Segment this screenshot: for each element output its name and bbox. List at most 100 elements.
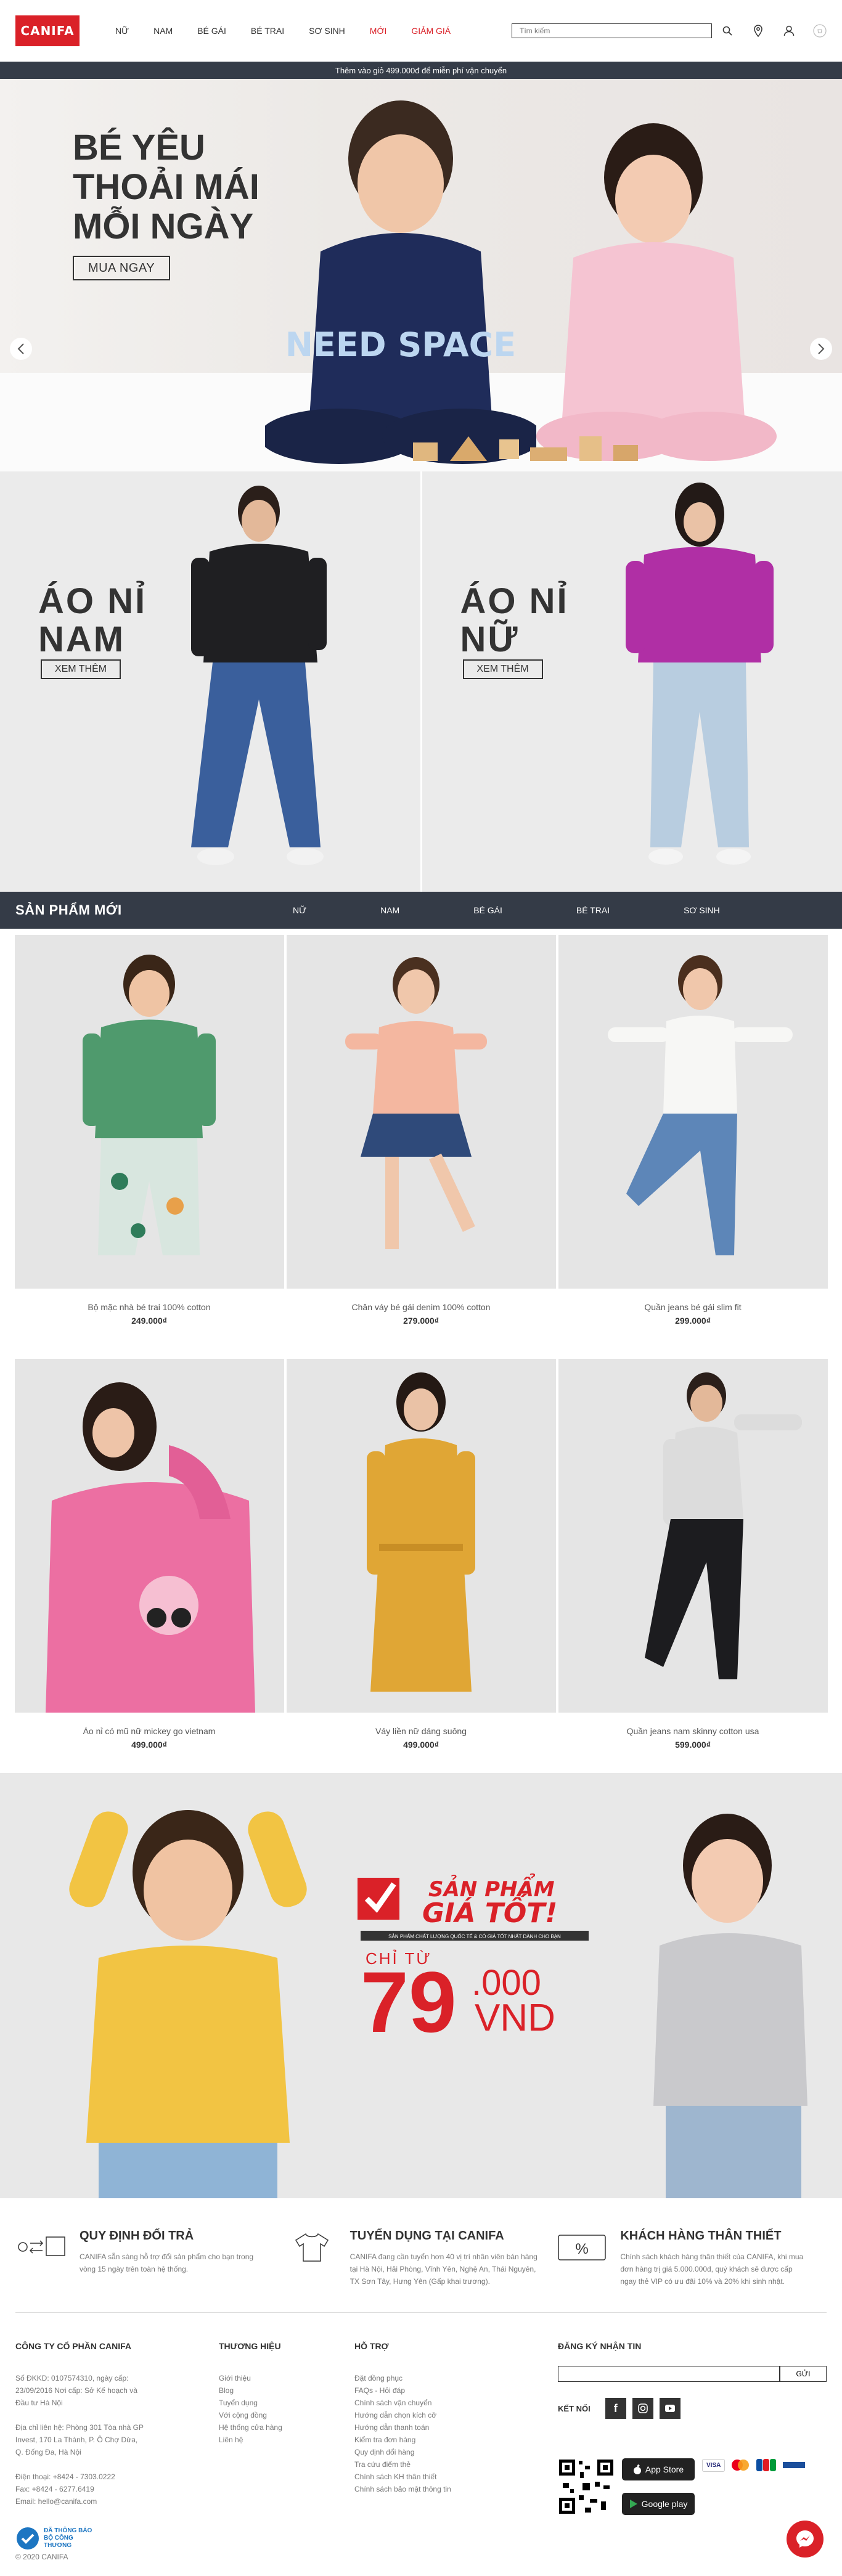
link-blog[interactable]: Blog — [219, 2386, 234, 2395]
product-card[interactable]: Bộ mặc nhà bé trai 100% cotton 249.000₫ — [14, 935, 284, 1332]
product-image[interactable] — [14, 1359, 284, 1713]
product-name[interactable]: Chân váy bé gái denim 100% cotton — [287, 1302, 556, 1312]
service-highlights: QUY ĐỊNH ĐỔI TRẢ CANIFA sẵn sàng hỗ trợ … — [0, 2198, 842, 2312]
product-price: 599.000₫ — [675, 1740, 711, 1750]
product-image[interactable] — [286, 935, 556, 1289]
product-card[interactable]: Áo nỉ có mũ nữ mickey go vietnam 499.000… — [14, 1359, 284, 1756]
link-shipping[interactable]: Chính sách vận chuyển — [354, 2399, 431, 2407]
link-about[interactable]: Giới thiệu — [219, 2374, 251, 2382]
payment-methods: VISA — [702, 2458, 806, 2472]
instagram-icon[interactable] — [632, 2398, 653, 2419]
app-store-button[interactable]: App Store — [622, 2458, 695, 2480]
tab-girls[interactable]: BÉ GÁI — [473, 905, 502, 915]
newsletter-submit-button[interactable]: GỬI — [780, 2366, 827, 2382]
men-skinny-jeans-photo — [644, 1372, 802, 1679]
link-size-guide[interactable]: Hướng dẫn chọn kích cỡ — [354, 2411, 436, 2419]
company-email[interactable]: Email: hello@canifa.com — [15, 2495, 219, 2508]
hero-prev-arrow[interactable] — [10, 338, 32, 360]
search-box — [512, 23, 827, 38]
product-image[interactable] — [558, 1359, 828, 1713]
messenger-chat-button[interactable] — [787, 2521, 824, 2558]
product-card[interactable]: Chân váy bé gái denim 100% cotton 279.00… — [286, 935, 556, 1332]
google-play-label: Google play — [641, 2499, 688, 2509]
product-card[interactable]: Quần jeans nam skinny cotton usa 599.000… — [558, 1359, 828, 1756]
qr-code-icon[interactable] — [558, 2458, 615, 2515]
nav-boys[interactable]: BÉ TRAI — [251, 26, 284, 36]
product-price: 299.000₫ — [675, 1316, 711, 1326]
youtube-icon[interactable] — [659, 2398, 681, 2419]
product-card[interactable]: Váy liền nữ dáng suông 499.000₫ — [286, 1359, 556, 1756]
loyalty-title[interactable]: KHÁCH HÀNG THÂN THIẾT — [620, 2229, 808, 2243]
product-image[interactable] — [14, 935, 284, 1289]
chevron-left-icon — [17, 343, 24, 354]
tab-men[interactable]: NAM — [380, 905, 399, 915]
link-payment-guide[interactable]: Hướng dẫn thanh toán — [354, 2423, 429, 2432]
new-products-title: SẢN PHẨM MỚI — [15, 902, 122, 918]
registered-badge[interactable]: ĐÃ THÔNG BÁO BỘ CÔNG THƯƠNG — [15, 2526, 219, 2551]
nav-newborn[interactable]: SƠ SINH — [309, 26, 345, 36]
tab-boys[interactable]: BÉ TRAI — [576, 905, 610, 915]
canifa-logo[interactable]: CANIFA — [15, 15, 80, 46]
link-privacy[interactable]: Chính sách bảo mật thông tin — [354, 2485, 451, 2493]
user-icon[interactable] — [782, 24, 796, 38]
women-see-more-button[interactable]: XEM THÊM — [462, 659, 543, 679]
nav-men[interactable]: NAM — [153, 26, 173, 36]
male-model-photo — [191, 486, 327, 865]
search-input[interactable] — [512, 23, 712, 38]
women-mickey-hoodie-photo — [45, 1382, 255, 1713]
nav-sale[interactable]: GIẢM GIÁ — [411, 26, 451, 36]
product-name[interactable]: Quần jeans nam skinny cotton usa — [558, 1726, 828, 1736]
product-name[interactable]: Váy liền nữ dáng suông — [287, 1726, 556, 1736]
return-policy-title[interactable]: QUY ĐỊNH ĐỔI TRẢ — [80, 2229, 268, 2243]
link-uniform[interactable]: Đặt đồng phục — [354, 2374, 403, 2382]
product-name[interactable]: Bộ mặc nhà bé trai 100% cotton — [15, 1302, 284, 1312]
price-badge: SẢN PHẨM GIÁ TỐT! SẢN PHẨM CHẤT LƯỢNG QU… — [358, 1873, 589, 2050]
location-pin-icon[interactable] — [751, 24, 765, 38]
nav-girls[interactable]: BÉ GÁI — [197, 26, 226, 36]
product-card[interactable]: Quần jeans bé gái slim fit 299.000₫ — [558, 935, 828, 1332]
link-points[interactable]: Tra cứu điểm thẻ — [354, 2460, 411, 2469]
link-order-check[interactable]: Kiểm tra đơn hàng — [354, 2435, 415, 2444]
product-name[interactable]: Áo nỉ có mũ nữ mickey go vietnam — [15, 1726, 284, 1736]
link-exchange-rules[interactable]: Quy định đổi hàng — [354, 2448, 414, 2456]
recruitment-block[interactable]: TUYỂN DỤNG TẠI CANIFA CANIFA đang cần tu… — [286, 2229, 557, 2288]
facebook-icon[interactable]: f — [605, 2398, 626, 2419]
nav-new[interactable]: MỚI — [370, 26, 387, 36]
newsletter-email-input[interactable] — [558, 2366, 780, 2382]
hero-banner: BÉ YÊU THOẢI MÁI MỖI NGÀY MUA NGAY NEED … — [0, 79, 842, 471]
product-image[interactable] — [558, 935, 828, 1289]
link-loyalty-policy[interactable]: Chính sách KH thân thiết — [354, 2472, 436, 2481]
product-price: 499.000₫ — [403, 1740, 439, 1750]
nav-women[interactable]: NỮ — [115, 26, 129, 36]
hero-title-line2: THOẢI MÁI — [73, 167, 260, 207]
loyalty-block[interactable]: % KHÁCH HÀNG THÂN THIẾT Chính sách khách… — [556, 2229, 827, 2288]
shop-now-button[interactable]: MUA NGAY — [73, 256, 170, 280]
google-play-button[interactable]: Google play — [622, 2493, 695, 2515]
good-price-banner[interactable]: SẢN PHẨM GIÁ TỐT! SẢN PHẨM CHẤT LƯỢNG QU… — [0, 1773, 842, 2198]
product-price: 249.000₫ — [131, 1316, 167, 1326]
men-sweater-banner[interactable]: ÁO NỈ NAM XEM THÊM — [0, 471, 422, 892]
link-contact[interactable]: Liên hệ — [219, 2435, 243, 2444]
cart-icon[interactable] — [813, 24, 827, 38]
link-faq[interactable]: FAQs - Hỏi đáp — [354, 2386, 405, 2395]
newsletter-form: GỬI — [558, 2366, 827, 2382]
tab-women[interactable]: NỮ — [293, 905, 306, 915]
sweater-banners: ÁO NỈ NAM XEM THÊM ÁO NỈ NỮ XEM THÊM — [0, 471, 842, 892]
jcb-icon — [756, 2459, 777, 2471]
return-policy-block[interactable]: QUY ĐỊNH ĐỔI TRẢ CANIFA sẵn sàng hỗ trợ … — [15, 2229, 286, 2288]
banner-headline-l2: GIÁ TỐT! — [422, 1893, 557, 1929]
link-stores[interactable]: Hệ thống cửa hàng — [219, 2423, 282, 2432]
company-title: CÔNG TY CỔ PHẦN CANIFA — [15, 2341, 131, 2351]
women-sweater-banner[interactable]: ÁO NỈ NỮ XEM THÊM — [422, 471, 842, 892]
link-community[interactable]: Với cộng đồng — [219, 2411, 267, 2419]
men-see-more-button[interactable]: XEM THÊM — [41, 659, 121, 679]
product-image[interactable] — [286, 1359, 556, 1713]
search-icon[interactable] — [721, 24, 734, 38]
recruitment-title[interactable]: TUYỂN DỤNG TẠI CANIFA — [350, 2229, 538, 2243]
hero-next-arrow[interactable] — [810, 338, 832, 360]
product-name[interactable]: Quần jeans bé gái slim fit — [558, 1302, 828, 1312]
newsletter-title: ĐĂNG KÝ NHẬN TIN — [558, 2341, 642, 2351]
link-careers[interactable]: Tuyển dụng — [219, 2399, 258, 2407]
tab-newborn[interactable]: SƠ SINH — [684, 905, 720, 915]
app-downloads: App Store Google play VISA — [558, 2458, 827, 2527]
